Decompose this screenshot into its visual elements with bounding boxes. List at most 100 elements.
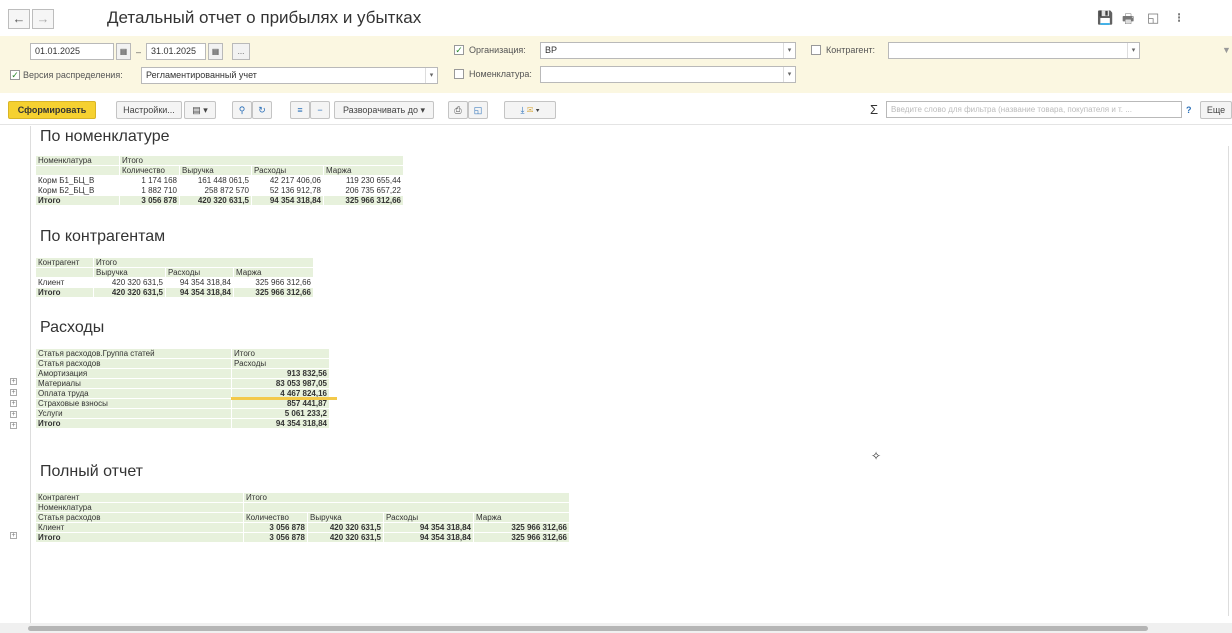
forward-button[interactable]: → [32,9,54,29]
cell[interactable]: 94 354 318,84 [383,522,474,533]
group-expand-button[interactable]: ≡ [290,101,310,119]
cell[interactable]: Услуги [35,408,232,419]
total-row[interactable]: Итого 94 354 318,84 [35,418,330,429]
cell[interactable]: 206 735 657,22 [323,185,404,196]
table-row[interactable]: Амортизация 913 832,56 [35,368,330,379]
cell[interactable]: 325 966 312,66 [473,522,570,533]
table-row[interactable]: Корм Б1_БЦ_В 1 174 168 161 448 061,5 42 … [35,175,404,186]
table-row[interactable]: Услуги 5 061 233,2 [35,408,330,419]
cell[interactable]: Страховые взносы [35,398,232,409]
nomenclature-select[interactable]: ▾ [540,66,796,83]
filter-icon[interactable]: ▼ [1222,44,1231,56]
horizontal-scrollbar[interactable] [0,623,1232,633]
cell[interactable]: 420 320 631,5 [307,522,384,533]
table-row[interactable]: Клиент 3 056 878 420 320 631,5 94 354 31… [35,522,570,533]
cell[interactable]: Корм Б2_БЦ_В [35,185,120,196]
export-button[interactable]: ⤓ ✉ ▾ [504,101,556,119]
date-from-input[interactable]: 01.01.2025 [30,43,114,60]
cell[interactable]: 52 136 912,78 [251,185,324,196]
table-row[interactable]: Материалы 83 053 987,05 [35,378,330,389]
sum-icon[interactable]: Σ [870,102,878,117]
expand-toggle[interactable]: + [10,400,17,407]
expand-toggle[interactable]: + [10,422,17,429]
version-select[interactable]: Регламентированный учет ▾ [141,67,438,84]
variants-button[interactable]: ▤ ▾ [184,101,216,119]
total-row[interactable]: Итого 420 320 631,5 94 354 318,84 325 96… [35,287,314,298]
cell[interactable]: 94 354 318,84 [251,195,324,206]
expand-toggle[interactable]: + [10,532,17,539]
more-button[interactable]: Еще [1200,101,1232,119]
chevron-down-icon[interactable]: ▾ [1127,43,1139,58]
help-button[interactable]: ? [1186,105,1192,115]
cell[interactable]: 420 320 631,5 [93,287,166,298]
chevron-down-icon[interactable]: ▾ [783,43,795,58]
counterparty-checkbox[interactable] [811,45,821,55]
cell[interactable]: 857 441,87 [231,398,330,409]
cell[interactable]: Итого [35,418,232,429]
org-checkbox[interactable]: ✓ [454,45,464,55]
expand-toggle[interactable]: + [10,411,17,418]
calendar-from-button[interactable]: ▦ [116,43,131,60]
cell[interactable]: 161 448 061,5 [179,175,252,186]
cell[interactable]: 3 056 878 [243,532,308,543]
cell[interactable]: 5 061 233,2 [231,408,330,419]
org-select[interactable]: ВР ▾ [540,42,796,59]
cell[interactable]: 325 966 312,66 [233,287,314,298]
cell[interactable]: Корм Б1_БЦ_В [35,175,120,186]
cell[interactable]: 94 354 318,84 [165,277,234,288]
cell[interactable]: 94 354 318,84 [165,287,234,298]
back-button[interactable]: ← [8,9,30,29]
period-select-button[interactable]: ... [232,43,250,60]
cell[interactable]: Итого [35,532,244,543]
cell[interactable]: Материалы [35,378,232,389]
cell[interactable]: 325 966 312,66 [473,532,570,543]
cell[interactable]: 3 056 878 [243,522,308,533]
cell[interactable]: Итого [35,287,94,298]
counterparty-select[interactable]: ▾ [888,42,1140,59]
print-icon[interactable]: 🖶 [1122,10,1134,32]
print-button[interactable]: ⎙ [448,101,468,119]
more-vertical-icon[interactable]: ⁝ [1177,10,1181,26]
cell[interactable]: 420 320 631,5 [179,195,252,206]
cell[interactable]: Оплата труда [35,388,232,399]
cell[interactable]: 94 354 318,84 [231,418,330,429]
generate-button[interactable]: Сформировать [8,101,96,119]
expand-toggle[interactable]: + [10,389,17,396]
search-replace-button[interactable]: ↻ [252,101,272,119]
search-button[interactable]: ⚲ [232,101,252,119]
preview-button[interactable]: ◱ [468,101,488,119]
version-checkbox[interactable]: ✓ [10,70,20,80]
total-row[interactable]: Итого 3 056 878 420 320 631,5 94 354 318… [35,532,570,543]
cell[interactable]: Амортизация [35,368,232,379]
cell[interactable]: Клиент [35,277,94,288]
total-row[interactable]: Итого 3 056 878 420 320 631,5 94 354 318… [35,195,404,206]
table-row[interactable]: Клиент 420 320 631,5 94 354 318,84 325 9… [35,277,314,288]
date-to-input[interactable]: 31.01.2025 [146,43,206,60]
expand-toggle[interactable]: + [10,378,17,385]
cell[interactable]: 83 053 987,05 [231,378,330,389]
preview-icon[interactable]: ◱ [1147,10,1159,26]
cell[interactable]: 325 966 312,66 [233,277,314,288]
cell[interactable]: 42 217 406,06 [251,175,324,186]
cell[interactable]: 325 966 312,66 [323,195,404,206]
cell[interactable]: 258 872 570 [179,185,252,196]
cell[interactable]: 1 174 168 [119,175,180,186]
cell[interactable]: 913 832,56 [231,368,330,379]
group-collapse-button[interactable]: − [310,101,330,119]
cell[interactable]: 1 882 710 [119,185,180,196]
calendar-to-button[interactable]: ▦ [208,43,223,60]
save-icon[interactable]: 💾 [1097,10,1113,26]
cell[interactable]: Итого [35,195,120,206]
cell[interactable]: 420 320 631,5 [307,532,384,543]
settings-button[interactable]: Настройки... [116,101,182,119]
cell[interactable]: 119 230 655,44 [323,175,404,186]
table-row[interactable]: Страховые взносы 857 441,87 [35,398,330,409]
chevron-down-icon[interactable]: ▾ [425,68,437,83]
expand-to-button[interactable]: Разворачивать до ▾ [334,101,434,119]
cell[interactable]: Клиент [35,522,244,533]
chevron-down-icon[interactable]: ▾ [783,67,795,82]
cell[interactable]: 420 320 631,5 [93,277,166,288]
cell[interactable]: 3 056 878 [119,195,180,206]
table-row[interactable]: Корм Б2_БЦ_В 1 882 710 258 872 570 52 13… [35,185,404,196]
report-search-input[interactable]: Введите слово для фильтра (название това… [886,101,1182,118]
